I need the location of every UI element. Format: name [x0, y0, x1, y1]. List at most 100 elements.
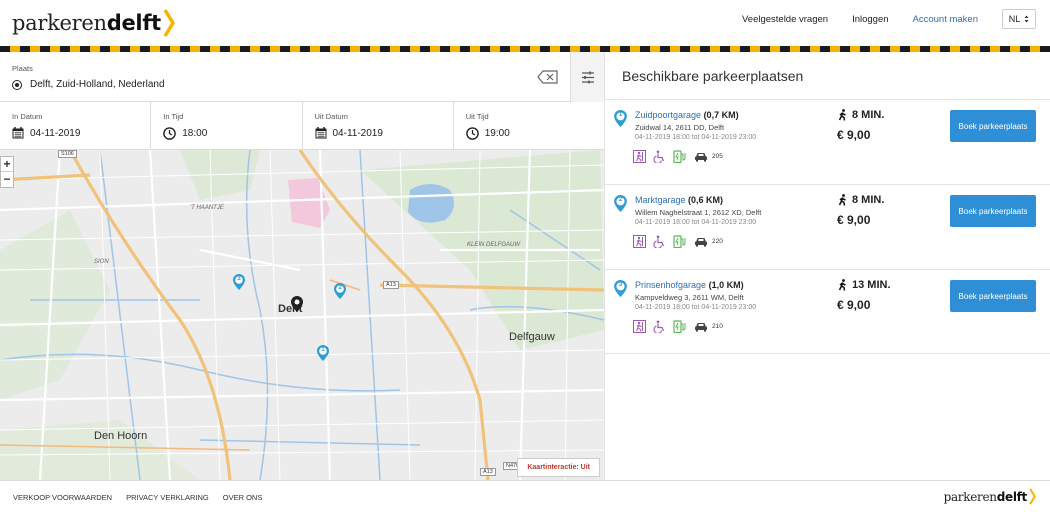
book-parking-button[interactable]: Boek parkeerplaats — [950, 195, 1036, 227]
clear-input-icon[interactable] — [537, 70, 559, 84]
car-icon — [695, 238, 707, 247]
wheelchair-icon — [653, 150, 665, 163]
map-label-klein-delfgauw: KLEIN DELFGAUW — [467, 242, 521, 248]
place-value: Delft, Zuid-Holland, Nederland — [12, 79, 165, 90]
result-price: € 9,00 — [837, 298, 871, 312]
ev-charging-icon — [673, 235, 686, 248]
checkin-time-field[interactable]: In Tijd 18:00 — [151, 102, 303, 149]
result-time: 04-11-2019 18:00 tot 04-11-2019 23:00 — [635, 219, 757, 226]
zoom-in-button[interactable]: + — [1, 157, 13, 172]
search-panel: Plaats Delft, Zuid-Holland, Nederland In… — [0, 52, 604, 480]
logo-text: parkerendelft — [12, 11, 161, 35]
result-address: Kampveldweg 3, 2611 WM, Delft — [635, 293, 744, 302]
checkin-time-value: 18:00 — [163, 127, 207, 140]
exit-icon — [633, 320, 646, 333]
location-marker-icon — [291, 296, 303, 312]
result-name: Marktgarage (0,6 KM) — [635, 195, 723, 205]
clock-icon — [465, 127, 479, 140]
result-time: 04-11-2019 18:00 tot 04-11-2019 23:00 — [635, 134, 757, 141]
result-pin: 2 — [614, 195, 627, 217]
map[interactable]: + − S106 A13 A13 N470 'T HAANTJE SION KL… — [0, 150, 604, 480]
checkout-time-label: Uit Tijd — [465, 112, 489, 121]
result-name-link[interactable]: Zuidpoortgarage — [635, 110, 701, 120]
checkout-date-field[interactable]: Uit Datum 04-11-2019 — [303, 102, 454, 149]
map-pin-number: 2 — [338, 285, 342, 291]
road-badge-s106: S106 — [58, 150, 77, 158]
footer-link-terms[interactable]: VERKOOP VOORWAARDEN — [13, 493, 112, 502]
place-label: Plaats — [12, 64, 33, 73]
result-name: Prinsenhofgarage (1,0 KM) — [635, 280, 744, 290]
result-price: € 9,00 — [837, 213, 871, 227]
result-pin: 3 — [614, 280, 627, 302]
road-badge-a13-bottom: A13 — [480, 468, 496, 476]
wheelchair-icon — [653, 320, 665, 333]
result-name-link[interactable]: Prinsenhofgarage — [635, 280, 706, 290]
checkout-date-label: Uit Datum — [314, 112, 348, 121]
nav-register-link[interactable]: Account maken — [913, 14, 978, 25]
map-label-haantje: 'T HAANTJE — [190, 205, 224, 211]
book-parking-button[interactable]: Boek parkeerplaats — [950, 280, 1036, 312]
logo-chevron-icon — [1029, 488, 1036, 505]
result-address: Zuidwal 14, 2611 DD, Delft — [635, 123, 725, 132]
map-base — [0, 150, 604, 480]
result-item: 3 Prinsenhofgarage (1,0 KM) Kampveldweg … — [605, 269, 1050, 354]
map-interaction-toggle[interactable]: Kaartinteractie: Uit — [517, 458, 600, 477]
select-arrows-icon — [1024, 15, 1029, 23]
logo[interactable]: parkerendelft — [12, 9, 175, 37]
zoom-control: + − — [0, 156, 14, 188]
result-distance: (1,0 KM) — [708, 280, 744, 290]
results-title: Beschikbare parkeerplaatsen — [622, 68, 804, 84]
results-panel: Beschikbare parkeerplaatsen 1 Zuidpoortg… — [604, 52, 1050, 480]
result-pin: 1 — [614, 110, 627, 132]
result-pin-number: 3 — [618, 282, 623, 288]
language-select[interactable]: NL — [1002, 9, 1036, 29]
place-text: Delft, Zuid-Holland, Nederland — [30, 79, 165, 90]
car-icon — [695, 153, 707, 162]
walking-icon — [838, 109, 846, 121]
zoom-out-button[interactable]: − — [1, 172, 13, 187]
header: parkerendelft Veelgestelde vragen Inlogg… — [0, 0, 1050, 46]
footer-link-privacy[interactable]: PRIVACY VERKLARING — [126, 493, 209, 502]
place-field[interactable]: Plaats Delft, Zuid-Holland, Nederland — [0, 52, 604, 102]
checkout-time-field[interactable]: Uit Tijd 19:00 — [454, 102, 604, 149]
result-distance: (0,6 KM) — [688, 195, 724, 205]
clock-icon — [163, 127, 177, 140]
result-pin-number: 1 — [618, 112, 623, 118]
map-city-delfgauw: Delfgauw — [509, 331, 555, 343]
walking-icon — [838, 279, 846, 291]
logo-chevron-icon — [163, 9, 175, 37]
filter-button[interactable] — [570, 52, 604, 102]
footer: VERKOOP VOORWAARDEN PRIVACY VERKLARING O… — [0, 480, 1050, 514]
footer-logo[interactable]: parkerendelft — [944, 488, 1036, 505]
map-pin-number: 3 — [237, 276, 241, 282]
calendar-icon — [12, 127, 24, 139]
road-badge-a13: A13 — [383, 281, 399, 289]
calendar-icon — [315, 127, 326, 139]
exit-icon — [633, 235, 646, 248]
result-time: 04-11-2019 18:00 tot 04-11-2019 23:00 — [635, 304, 757, 311]
wheelchair-icon — [653, 235, 665, 248]
result-name: Zuidpoortgarage (0,7 KM) — [635, 110, 739, 120]
result-distance: (0,7 KM) — [703, 110, 739, 120]
checkin-date-field[interactable]: In Datum 04-11-2019 — [0, 102, 152, 149]
nav-faq-link[interactable]: Veelgestelde vragen — [742, 14, 828, 25]
footer-logo-text: parkerendelft — [943, 489, 1028, 504]
map-pin-number: 1 — [321, 347, 325, 353]
ev-charging-icon — [673, 320, 686, 333]
book-parking-button[interactable]: Boek parkeerplaats — [950, 110, 1036, 142]
checkout-date-value: 04-11-2019 — [315, 127, 383, 139]
nav-login-link[interactable]: Inloggen — [852, 14, 888, 25]
location-radio-icon — [12, 79, 22, 90]
footer-link-about[interactable]: OVER ONS — [223, 493, 263, 502]
top-nav: Veelgestelde vragen Inloggen Account mak… — [742, 9, 1036, 29]
checkout-time-value: 19:00 — [465, 127, 510, 140]
date-time-row: In Datum 04-11-2019 In Tijd 18:00 Uit Da… — [0, 102, 604, 150]
checkin-date-label: In Datum — [12, 112, 43, 121]
car-icon — [695, 323, 707, 332]
ev-charging-icon — [673, 150, 686, 163]
result-walk-time: 8 MIN. — [837, 109, 884, 121]
result-name-link[interactable]: Marktgarage — [635, 195, 686, 205]
result-walk-time: 8 MIN. — [837, 194, 884, 206]
result-walk-time: 13 MIN. — [837, 279, 891, 291]
result-pin-number: 2 — [618, 197, 623, 203]
